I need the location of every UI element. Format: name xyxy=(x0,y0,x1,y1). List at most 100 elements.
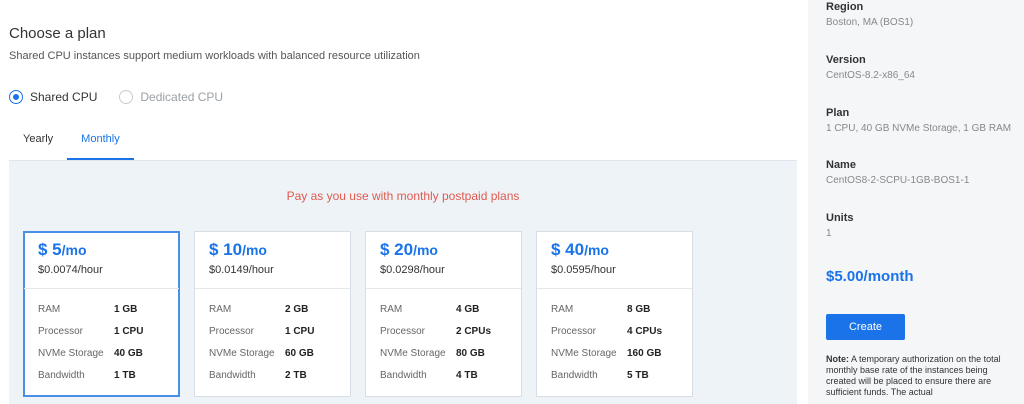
spec-row-bandwidth: Bandwidth 5 TB xyxy=(551,364,662,386)
spec-row-ram: RAM 1 GB xyxy=(38,298,143,320)
price-amount: $ 10 xyxy=(209,240,243,259)
price-unit: /mo xyxy=(413,242,438,258)
spec-key: Processor xyxy=(38,325,84,337)
plan-specs: RAM 4 GB Processor 2 CPUs NVMe Storage 80 G… xyxy=(380,298,491,386)
summary-version: Version CentOS-8.2-x86_64 xyxy=(826,54,915,81)
cpu-type-radio-group: Shared CPU Dedicated CPU xyxy=(9,90,245,104)
spec-row-ram: RAM 4 GB xyxy=(380,298,491,320)
billing-tabs: Yearly Monthly xyxy=(9,124,134,160)
summary-value: CentOS-8.2-x86_64 xyxy=(826,70,915,81)
spec-value: 60 GB xyxy=(285,347,314,359)
spec-key: NVMe Storage xyxy=(551,347,617,359)
create-button[interactable]: Create xyxy=(826,314,905,340)
plan-specs: RAM 2 GB Processor 1 CPU NVMe Storage 60 GB… xyxy=(209,298,314,386)
summary-value: CentOS8-2-SCPU-1GB-BOS1-1 xyxy=(826,175,970,186)
plans-panel: Pay as you use with monthly postpaid pla… xyxy=(9,160,797,404)
section-title: Choose a plan xyxy=(9,25,106,42)
note-text: A temporary authorization on the total m… xyxy=(826,354,1001,397)
spec-value: 8 GB xyxy=(627,303,651,315)
plan-specs: RAM 8 GB Processor 4 CPUs NVMe Storage 160 … xyxy=(551,298,662,386)
spec-row-bandwidth: Bandwidth 2 TB xyxy=(209,364,314,386)
spec-value: 5 TB xyxy=(627,369,649,381)
spec-row-processor: Processor 4 CPUs xyxy=(551,320,662,342)
spec-key: RAM xyxy=(209,303,232,315)
radio-checked-icon xyxy=(9,90,23,104)
spec-value: 40 GB xyxy=(114,347,143,359)
spec-value: 1 CPU xyxy=(285,325,315,337)
spec-value: 4 CPUs xyxy=(627,325,663,337)
spec-value: 4 TB xyxy=(456,369,478,381)
summary-plan: Plan 1 CPU, 40 GB NVMe Storage, 1 GB RAM xyxy=(826,107,1011,134)
spec-key: Processor xyxy=(551,325,597,337)
summary-region: Region Boston, MA (BOS1) xyxy=(826,1,913,28)
spec-value: 160 GB xyxy=(627,347,662,359)
plan-specs: RAM 1 GB Processor 1 CPU NVMe Storage 40 GB… xyxy=(38,298,143,386)
spec-row-bandwidth: Bandwidth 1 TB xyxy=(38,364,143,386)
spec-row-storage: NVMe Storage 80 GB xyxy=(380,342,491,364)
tab-yearly[interactable]: Yearly xyxy=(9,124,67,160)
card-divider xyxy=(24,288,179,289)
spec-row-ram: RAM 2 GB xyxy=(209,298,314,320)
spec-value: 4 GB xyxy=(456,303,480,315)
summary-units: Units 1 xyxy=(826,212,854,239)
shared-cpu-label: Shared CPU xyxy=(30,90,98,104)
spec-key: NVMe Storage xyxy=(38,347,104,359)
summary-value: 1 xyxy=(826,228,832,239)
price-amount: $ 40 xyxy=(551,240,585,259)
plan-price: $ 5/mo xyxy=(38,240,87,260)
price-unit: /mo xyxy=(584,242,609,258)
hourly-rate: $0.0149/hour xyxy=(209,264,274,276)
hourly-rate: $0.0298/hour xyxy=(380,264,445,276)
plan-card-20[interactable]: $ 20/mo $0.0298/hour RAM 4 GB Processor 2 … xyxy=(365,231,522,397)
spec-key: RAM xyxy=(380,303,403,315)
billing-note: Note: A temporary authorization on the t… xyxy=(826,354,1016,398)
plan-price: $ 10/mo xyxy=(209,240,267,260)
spec-row-storage: NVMe Storage 40 GB xyxy=(38,342,143,364)
spec-key: Bandwidth xyxy=(38,369,85,381)
spec-row-bandwidth: Bandwidth 4 TB xyxy=(380,364,491,386)
plan-card-40[interactable]: $ 40/mo $0.0595/hour RAM 8 GB Processor 4 … xyxy=(536,231,693,397)
spec-key: RAM xyxy=(551,303,574,315)
spec-key: Processor xyxy=(209,325,255,337)
dedicated-cpu-label: Dedicated CPU xyxy=(140,90,224,104)
price-unit: /mo xyxy=(242,242,267,258)
spec-row-storage: NVMe Storage 60 GB xyxy=(209,342,314,364)
note-label: Note: xyxy=(826,354,849,364)
section-subtitle: Shared CPU instances support medium work… xyxy=(9,50,420,62)
summary-key: Region xyxy=(826,1,864,13)
spec-row-storage: NVMe Storage 160 GB xyxy=(551,342,662,364)
spec-key: Bandwidth xyxy=(551,369,598,381)
tab-monthly[interactable]: Monthly xyxy=(67,124,134,160)
hourly-rate: $0.0595/hour xyxy=(551,264,616,276)
plan-cards: $ 5/mo $0.0074/hour RAM 1 GB Processor 1 C… xyxy=(23,231,707,397)
shared-cpu-radio[interactable]: Shared CPU xyxy=(9,90,97,104)
spec-value: 80 GB xyxy=(456,347,485,359)
order-summary-sidebar: Region Boston, MA (BOS1) Version CentOS-… xyxy=(808,0,1024,404)
spec-key: RAM xyxy=(38,303,61,315)
dedicated-cpu-radio[interactable]: Dedicated CPU xyxy=(119,90,223,104)
summary-key: Name xyxy=(826,159,856,171)
spec-value: 1 TB xyxy=(114,369,136,381)
price-amount: $ 20 xyxy=(380,240,414,259)
card-divider xyxy=(366,288,521,289)
hourly-rate: $0.0074/hour xyxy=(38,264,103,276)
card-divider xyxy=(195,288,350,289)
spec-row-processor: Processor 1 CPU xyxy=(38,320,143,342)
price-unit: /mo xyxy=(61,242,87,258)
spec-key: Bandwidth xyxy=(209,369,256,381)
billing-notice: Pay as you use with monthly postpaid pla… xyxy=(286,189,520,203)
spec-value: 2 GB xyxy=(285,303,309,315)
plan-section: Choose a plan Shared CPU instances suppo… xyxy=(0,0,808,404)
price-amount: $ 5 xyxy=(38,240,62,259)
plan-card-5[interactable]: $ 5/mo $0.0074/hour RAM 1 GB Processor 1 C… xyxy=(23,231,180,397)
spec-value: 2 TB xyxy=(285,369,307,381)
spec-value: 1 CPU xyxy=(114,325,144,337)
spec-key: NVMe Storage xyxy=(209,347,275,359)
spec-key: Bandwidth xyxy=(380,369,427,381)
summary-key: Units xyxy=(826,212,854,224)
summary-value: Boston, MA (BOS1) xyxy=(826,17,914,28)
summary-key: Version xyxy=(826,54,866,66)
plan-card-10[interactable]: $ 10/mo $0.0149/hour RAM 2 GB Processor 1 … xyxy=(194,231,351,397)
spec-key: NVMe Storage xyxy=(380,347,446,359)
spec-row-processor: Processor 1 CPU xyxy=(209,320,314,342)
